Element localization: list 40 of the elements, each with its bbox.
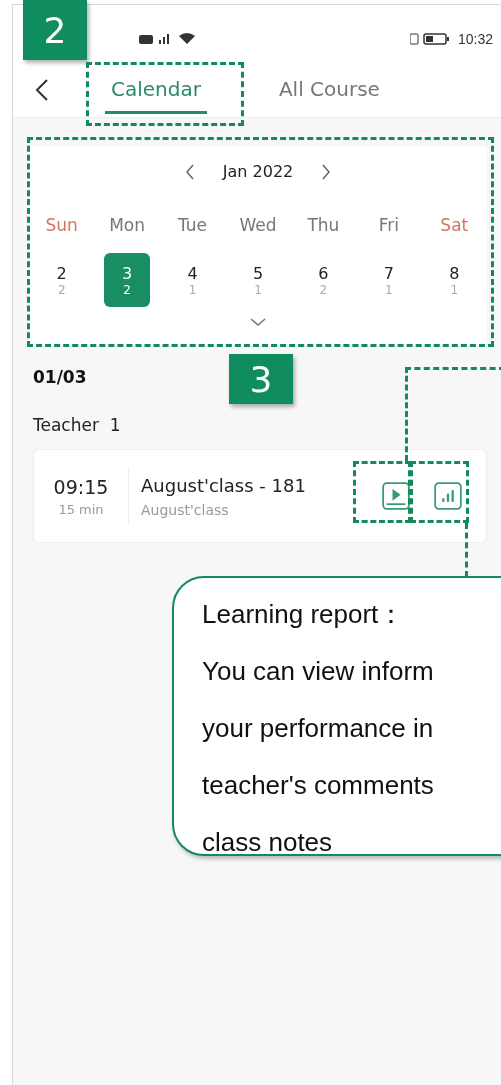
bar-chart-icon[interactable] [434,482,462,510]
class-duration: 15 min [58,501,104,517]
class-card[interactable]: 09:15 15 min August'class - 181 August'class [33,449,487,543]
weekday-label: Wed [239,215,277,235]
teacher-name: Teacher 1 [33,415,121,435]
callout-title: Learning report： [202,598,406,631]
highlight-frame [410,461,469,523]
day-cell[interactable]: 2 2 [38,253,85,307]
step-badge: 3 [229,354,293,404]
play-icon[interactable] [382,482,410,510]
weekday-label: Fri [378,215,399,235]
day-cell[interactable]: 8 1 [431,253,478,307]
weekday-label: Tue [178,215,208,235]
class-time: 09:15 [53,475,109,498]
day-cell[interactable]: 5 1 [235,253,281,307]
day-cell[interactable]: 3 2 [104,253,151,307]
day-cell[interactable]: 6 2 [300,253,347,307]
step-badge: 2 [23,0,87,60]
day-cell[interactable]: 4 1 [169,253,216,307]
tab[interactable]: All Course [272,71,386,114]
month-label: Jan 2022 [222,162,294,181]
date-heading: 01/03 [33,367,87,387]
chevron-left-icon[interactable] [184,163,195,180]
callout-text: class notes [202,826,334,859]
status-time: 10:32 [457,31,493,47]
class-subtitle: August'class [141,501,230,518]
weekday-label: Mon [109,215,146,235]
weekday-label: Thu [307,215,340,235]
chevron-right-icon[interactable] [321,163,332,180]
weekday-label: Sun [45,215,78,235]
class-title: August'class - 181 [141,474,307,496]
highlight-frame [353,461,411,523]
callout-text: teacher's comments [202,769,435,802]
day-cell[interactable]: 7 1 [365,253,412,307]
callout-text: You can view inform [202,655,435,688]
tab[interactable]: Calendar [105,71,207,114]
weekday-label: Sat [440,215,469,235]
back-icon[interactable] [35,79,49,101]
callout-text: your performance in [202,712,435,745]
chevron-down-icon[interactable] [250,317,266,327]
